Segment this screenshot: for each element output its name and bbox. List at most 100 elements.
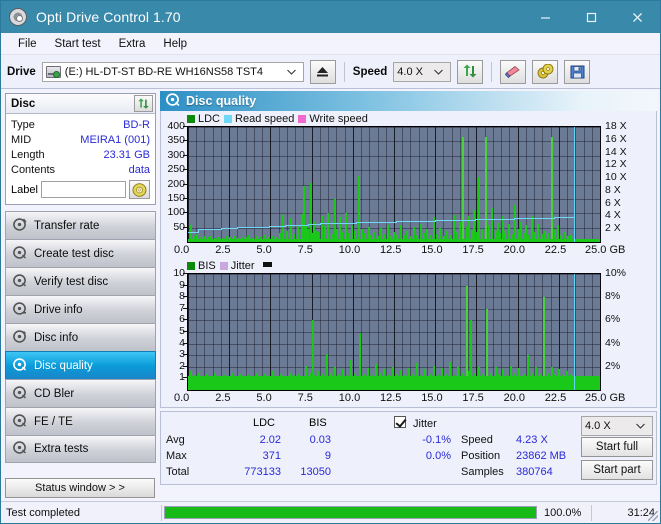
legend-write-speed: Write speed bbox=[298, 113, 368, 125]
menu-bar: File Start test Extra Help bbox=[1, 33, 660, 55]
grid-line bbox=[188, 297, 600, 298]
read-speed-line bbox=[461, 220, 475, 221]
x-tick-label: 17.5 bbox=[462, 392, 484, 404]
y2-tick-label: 12 X bbox=[605, 158, 627, 171]
y2-tick-label: 6% bbox=[605, 313, 621, 326]
x-tick-label: 5.0 bbox=[256, 244, 272, 256]
end-of-data-marker bbox=[574, 274, 575, 390]
app-icon bbox=[9, 8, 27, 26]
grid-line bbox=[188, 332, 600, 333]
progress-percent: 100.0% bbox=[544, 506, 582, 519]
grid-line bbox=[188, 170, 600, 171]
status-window-button[interactable]: Status window > > bbox=[5, 478, 155, 498]
y2-tick-label: 6 X bbox=[605, 196, 621, 209]
sidebar-item-disc-quality[interactable]: Disc quality bbox=[5, 351, 156, 379]
status-bar: Test completed 100.0% 31:24 bbox=[1, 501, 660, 523]
read-speed-line bbox=[356, 222, 370, 223]
sidebar-item-cd-bler[interactable]: CD Bler bbox=[5, 379, 156, 407]
sidebar-item-transfer-rate[interactable]: Transfer rate bbox=[5, 211, 156, 239]
legend-label: LDC bbox=[198, 113, 221, 125]
sidebar-item-disc-info[interactable]: Disc info bbox=[5, 323, 156, 351]
read-speed-line bbox=[474, 219, 488, 220]
maximize-icon[interactable] bbox=[568, 1, 614, 33]
y-tick bbox=[183, 296, 187, 297]
jitter-checkbox[interactable] bbox=[394, 416, 406, 429]
y-tick bbox=[183, 273, 187, 274]
read-speed-line bbox=[408, 221, 422, 222]
sidebar-item-label: Drive info bbox=[34, 303, 83, 316]
y-tick-label: 100 bbox=[167, 206, 185, 219]
y2-tick-label: 4% bbox=[605, 336, 621, 349]
discs-button[interactable] bbox=[532, 59, 559, 84]
start-part-button[interactable]: Start part bbox=[581, 460, 653, 480]
disc-icon bbox=[13, 217, 27, 234]
speed-select[interactable]: 4.0 X bbox=[393, 61, 452, 82]
grid-line bbox=[188, 156, 600, 157]
read-speed-line bbox=[188, 232, 198, 233]
grid-line bbox=[188, 320, 600, 321]
sidebar-item-drive-info[interactable]: Drive info bbox=[5, 295, 156, 323]
sidebar-item-label: Verify test disc bbox=[34, 275, 109, 288]
disc-label-label: Label bbox=[11, 183, 38, 196]
sidebar-item-verify-test-disc[interactable]: Verify test disc bbox=[5, 267, 156, 295]
disc-icon bbox=[13, 273, 27, 290]
data-bar bbox=[453, 214, 455, 242]
sidebar-item-create-test-disc[interactable]: Create test disc bbox=[5, 239, 156, 267]
y-tick bbox=[183, 198, 187, 199]
save-button[interactable] bbox=[564, 59, 591, 84]
refresh-button[interactable] bbox=[457, 59, 484, 84]
status-divider bbox=[161, 504, 162, 521]
y2-tick-label: 16 X bbox=[605, 132, 627, 145]
window-title: Opti Drive Control 1.70 bbox=[36, 9, 181, 25]
samples-value: 380764 bbox=[516, 466, 553, 478]
disc-label-input[interactable] bbox=[40, 181, 126, 198]
sidebar-item-label: Create test disc bbox=[34, 247, 114, 260]
read-speed-line bbox=[382, 222, 396, 223]
legend-jitter: Jitter bbox=[219, 260, 255, 272]
sidebar-item-extra-tests[interactable]: Extra tests bbox=[5, 435, 156, 463]
read-speed-line bbox=[422, 221, 436, 222]
data-bar bbox=[478, 177, 480, 242]
application-window: Opti Drive Control 1.70 File Start test … bbox=[0, 0, 661, 524]
progress-fill bbox=[165, 507, 536, 518]
grid-line bbox=[188, 309, 600, 310]
erase-button[interactable] bbox=[500, 59, 527, 84]
menu-extra[interactable]: Extra bbox=[110, 36, 155, 52]
y-tick bbox=[183, 343, 187, 344]
read-speed-line bbox=[268, 226, 286, 227]
y-tick bbox=[183, 319, 187, 320]
menu-help[interactable]: Help bbox=[154, 36, 196, 52]
grid-line bbox=[188, 199, 600, 200]
chevron-down-icon bbox=[281, 67, 301, 77]
ldc-chart-legend: LDC Read speed Write speed bbox=[161, 111, 656, 126]
grid-line bbox=[600, 274, 601, 390]
drive-select[interactable]: (E:) HL-DT-ST BD-RE WH16NS58 TST4 bbox=[41, 61, 304, 82]
start-full-button[interactable]: Start full bbox=[581, 437, 653, 457]
y-tick bbox=[183, 366, 187, 367]
sidebar-item-fe-te[interactable]: FE / TE bbox=[5, 407, 156, 435]
disc-refresh-button[interactable] bbox=[134, 95, 153, 112]
menu-file[interactable]: File bbox=[9, 36, 46, 52]
read-speed-line bbox=[395, 221, 409, 222]
read-speed-line bbox=[237, 227, 254, 228]
minimize-icon[interactable] bbox=[522, 1, 568, 33]
cd-icon-button[interactable] bbox=[129, 180, 150, 199]
read-speed-line bbox=[501, 219, 515, 220]
read-speed-line bbox=[253, 227, 269, 228]
progress-bar bbox=[164, 506, 537, 519]
y2-tick-label: 18 X bbox=[605, 120, 627, 132]
close-icon[interactable] bbox=[614, 1, 660, 33]
statistics-panel: LDC BIS Avg 2.02 0.03 Max 371 9 Total 77… bbox=[160, 411, 657, 485]
resize-grip[interactable] bbox=[648, 511, 658, 521]
menu-start-test[interactable]: Start test bbox=[46, 36, 110, 52]
disc-contents-label: Contents bbox=[11, 163, 56, 176]
eject-button[interactable] bbox=[309, 59, 336, 84]
test-speed-select[interactable]: 4.0 X bbox=[581, 416, 653, 436]
data-bar bbox=[462, 137, 464, 242]
data-bar bbox=[358, 176, 360, 242]
y2-tick-label: 10 X bbox=[605, 171, 627, 184]
sidebar-item-label: CD Bler bbox=[34, 387, 75, 400]
data-baseline bbox=[188, 239, 600, 242]
drive-select-value: (E:) HL-DT-ST BD-RE WH16NS58 TST4 bbox=[64, 65, 264, 78]
y-tick bbox=[183, 126, 187, 127]
